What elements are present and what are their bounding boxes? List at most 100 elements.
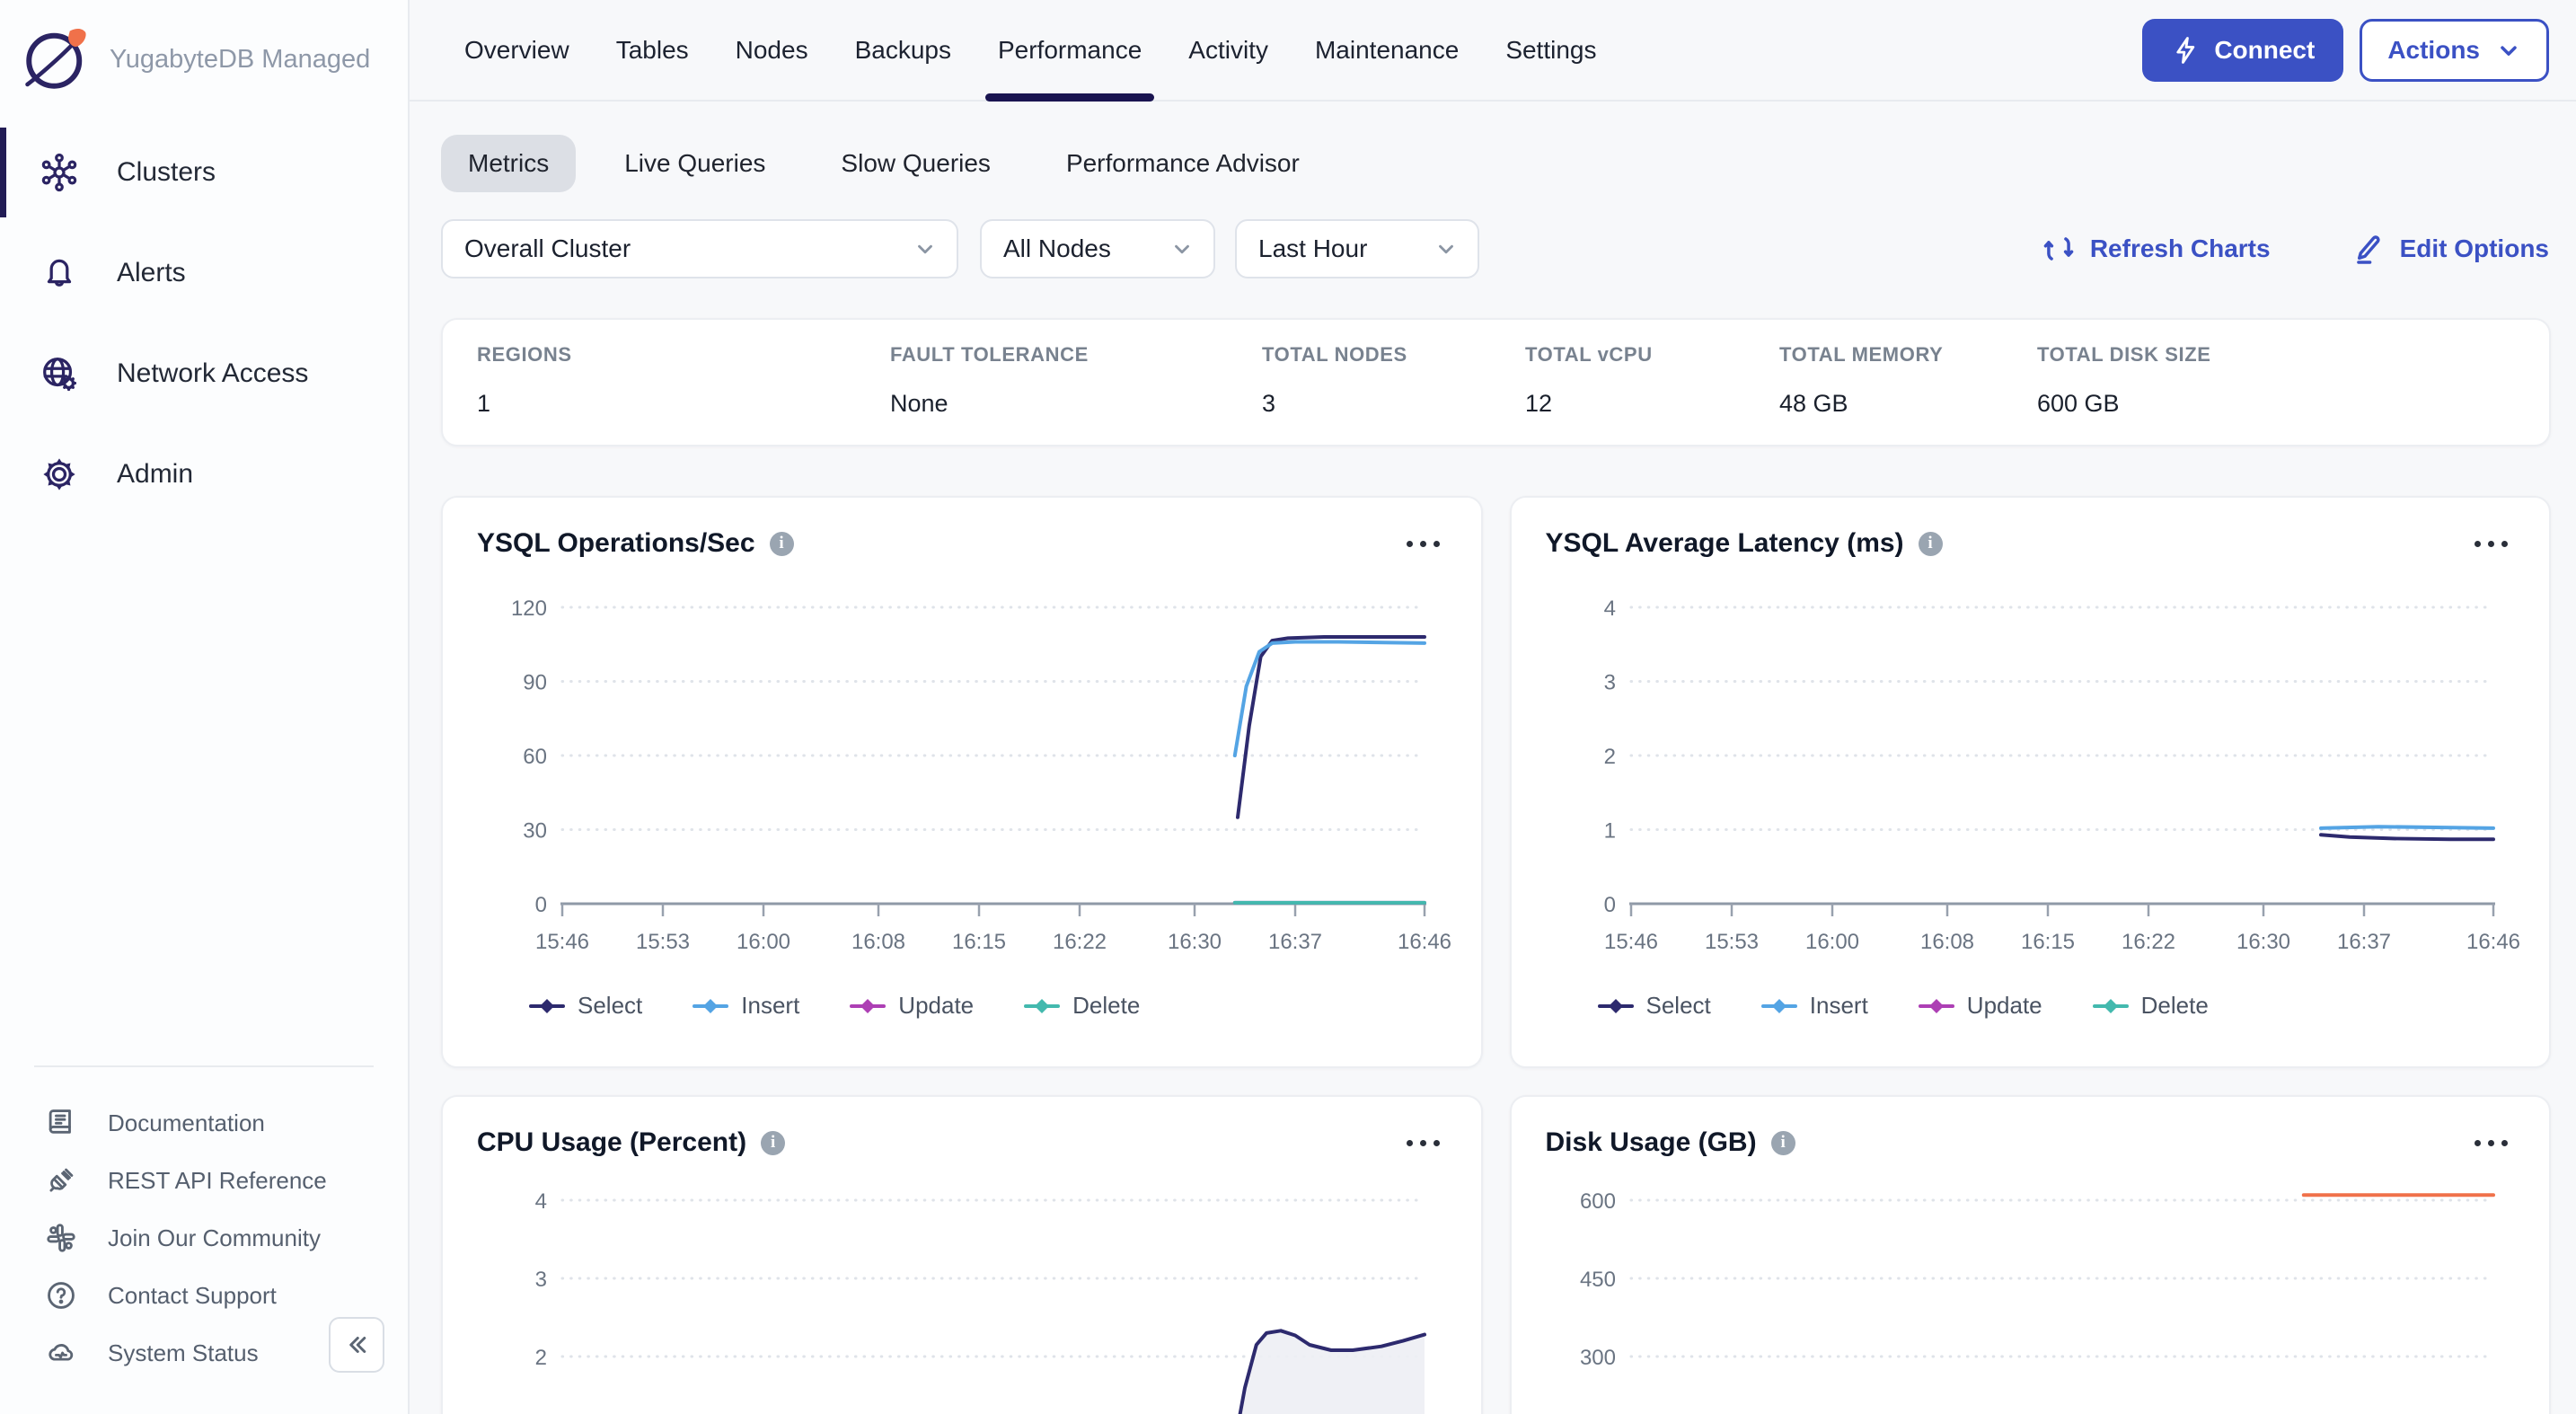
lightning-icon [2171,35,2201,66]
legend-item-select[interactable]: Select [1598,992,1711,1020]
cluster-tabs: Overview Tables Nodes Backups Performanc… [441,0,1619,100]
stat-value: 1 [477,390,890,418]
sidebar-footer: Documentation REST API Reference [0,1065,408,1382]
sidebar-item-label: Admin [117,459,193,490]
subtab-live-queries[interactable]: Live Queries [597,135,792,192]
tab-backups[interactable]: Backups [832,0,975,100]
time-range-select[interactable]: Last Hour [1235,219,1479,278]
edit-options-label: Edit Options [2400,234,2549,263]
svg-text:15:53: 15:53 [636,930,690,954]
sidebar-item-network-access[interactable]: Network Access [0,323,408,424]
sidebar-nav: Clusters Alerts [0,122,408,525]
svg-text:16:37: 16:37 [2336,930,2390,954]
svg-text:0: 0 [535,893,547,917]
svg-text:16:00: 16:00 [737,930,790,954]
svg-text:15:46: 15:46 [535,930,589,954]
legend-marker-icon [1024,998,1060,1014]
stat-value: 48 GB [1779,390,2037,418]
refresh-charts-button[interactable]: Refresh Charts [2042,232,2271,266]
tab-overview[interactable]: Overview [441,0,593,100]
refresh-charts-label: Refresh Charts [2090,234,2271,263]
sidebar-item-admin[interactable]: Admin [0,424,408,525]
sidebar-item-label: Contact Support [108,1282,277,1310]
connect-button[interactable]: Connect [2142,19,2343,82]
tab-performance[interactable]: Performance [975,0,1165,100]
sidebar-item-documentation[interactable]: Documentation [0,1094,408,1152]
svg-text:16:22: 16:22 [2121,930,2175,954]
stat-total-vcpu: TOTAL vCPU 12 [1525,343,1779,418]
tab-activity[interactable]: Activity [1165,0,1292,100]
legend-item-update[interactable]: Update [850,992,974,1020]
stat-label: TOTAL vCPU [1525,343,1779,367]
legend-marker-icon [1919,998,1954,1014]
chart-title: YSQL Average Latency (ms) [1546,528,1904,559]
cluster-scope-select[interactable]: Overall Cluster [441,219,958,278]
info-icon[interactable]: i [1771,1131,1795,1155]
tab-nodes[interactable]: Nodes [712,0,832,100]
chart-menu-button[interactable] [1399,1133,1447,1153]
sidebar-item-alerts[interactable]: Alerts [0,223,408,323]
node-scope-select[interactable]: All Nodes [980,219,1215,278]
svg-text:1: 1 [1603,819,1615,844]
slack-icon [43,1220,79,1256]
chart-header: YSQL Operations/Sec i [477,528,1447,559]
legend-marker-icon [1761,998,1797,1014]
subtab-metrics[interactable]: Metrics [441,135,576,192]
svg-text:90: 90 [523,671,547,695]
tab-tables[interactable]: Tables [593,0,712,100]
svg-text:16:30: 16:30 [1168,930,1222,954]
sidebar-item-join-our-community[interactable]: Join Our Community [0,1209,408,1267]
tab-label: Backups [855,36,951,65]
info-icon[interactable]: i [761,1131,785,1155]
collapse-sidebar-button[interactable] [329,1317,384,1373]
legend-item-delete[interactable]: Delete [2093,992,2209,1020]
info-icon[interactable]: i [770,532,794,556]
svg-text:16:15: 16:15 [2020,930,2074,954]
legend-label: Insert [1810,992,1868,1020]
svg-text:2: 2 [535,1346,547,1370]
globe-gear-icon [38,352,81,395]
legend-marker-icon [693,998,728,1014]
info-icon[interactable]: i [1919,532,1943,556]
chart-header: Disk Usage (GB) i [1546,1127,2516,1158]
sidebar-item-contact-support[interactable]: Contact Support [0,1267,408,1324]
brand[interactable]: YugabyteDB Managed [0,0,408,97]
legend-item-select[interactable]: Select [529,992,642,1020]
chart-menu-button[interactable] [1399,534,1447,554]
cpu-usage-chart-canvas: 432 [477,1162,1451,1414]
sidebar-item-clusters[interactable]: Clusters [0,122,408,223]
stat-total-memory: TOTAL MEMORY 48 GB [1779,343,2037,418]
subtab-label: Performance Advisor [1066,149,1300,178]
legend-item-update[interactable]: Update [1919,992,2042,1020]
stat-label: TOTAL NODES [1262,343,1525,367]
ysql-operations-chart-canvas: 120906030015:4615:5316:0016:0816:1516:22… [477,562,1451,986]
ysql-latency-chart-canvas: 4321015:4615:5316:0016:0816:1516:2216:30… [1546,562,2519,986]
edit-options-button[interactable]: Edit Options [2351,232,2549,266]
tab-maintenance[interactable]: Maintenance [1292,0,1482,100]
tab-label: Maintenance [1315,36,1459,65]
svg-text:300: 300 [1579,1346,1615,1370]
sidebar-item-rest-api-reference[interactable]: REST API Reference [0,1152,408,1209]
sidebar-item-label: Documentation [108,1109,265,1137]
metrics-filters: Overall Cluster All Nodes Last Hour Refr… [441,219,2549,278]
stat-total-nodes: TOTAL NODES 3 [1262,343,1525,418]
chevron-down-icon [2496,38,2521,63]
svg-text:3: 3 [1603,671,1615,695]
chart-menu-button[interactable] [2467,1133,2515,1153]
actions-button[interactable]: Actions [2360,19,2549,82]
disk-usage-chart-canvas: 600450300 [1546,1162,2519,1414]
sidebar-item-label: Network Access [117,358,308,389]
tab-settings[interactable]: Settings [1482,0,1619,100]
chart-header: YSQL Average Latency (ms) i [1546,528,2516,559]
subtab-slow-queries[interactable]: Slow Queries [814,135,1018,192]
legend-item-delete[interactable]: Delete [1024,992,1140,1020]
legend-item-insert[interactable]: Insert [1761,992,1868,1020]
chevrons-left-icon [343,1331,370,1358]
legend-item-insert[interactable]: Insert [693,992,799,1020]
svg-text:600: 600 [1579,1189,1615,1214]
subtab-performance-advisor[interactable]: Performance Advisor [1039,135,1327,192]
stat-value: 600 GB [2037,390,2211,418]
legend-label: Select [578,992,642,1020]
yugabytedb-logo-icon [18,22,93,97]
chart-menu-button[interactable] [2467,534,2515,554]
